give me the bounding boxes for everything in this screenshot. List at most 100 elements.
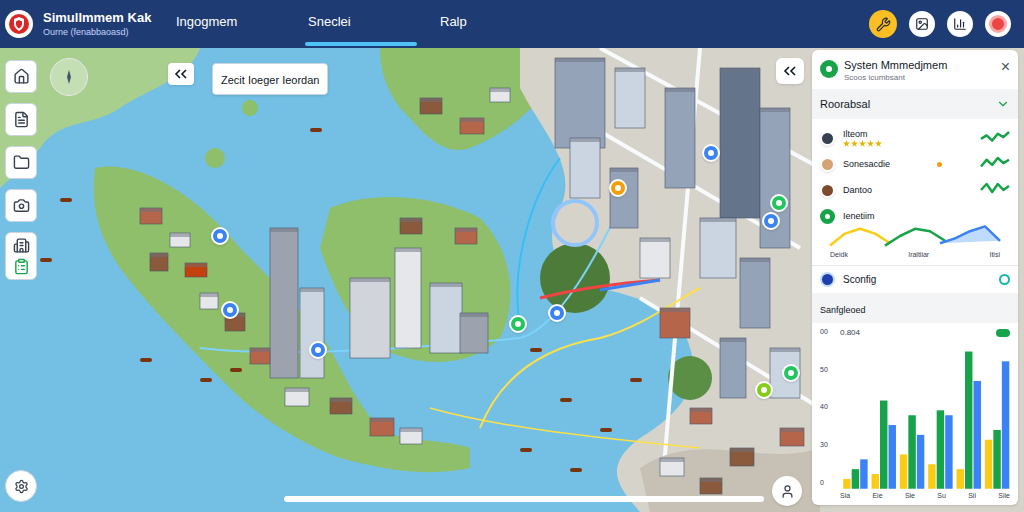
star-icon: [843, 140, 850, 147]
wave-chart: [820, 224, 1010, 250]
gallery-button[interactable]: [909, 11, 935, 37]
tool-button[interactable]: [5, 60, 37, 93]
tool-button[interactable]: [5, 103, 37, 136]
map-back-button[interactable]: [776, 58, 804, 84]
system-icon: [820, 60, 838, 78]
chart-bar[interactable]: [985, 439, 992, 488]
chart-bar[interactable]: [860, 459, 867, 488]
item-list: IlteomSonesacdieDantoo: [812, 119, 1018, 203]
map-pin[interactable]: [770, 194, 788, 212]
gauge-icon: [820, 209, 835, 224]
pin-dot-icon: [768, 218, 774, 224]
left-toolbar: [0, 48, 44, 512]
panel-title: Systen Mmmedjmem: [844, 59, 995, 73]
list-item[interactable]: Ilteom: [820, 125, 1010, 151]
chart-bar[interactable]: [957, 469, 964, 489]
gauge-section: IenetiimDeidkIraltiiarItisi: [812, 203, 1018, 261]
map-pin[interactable]: [702, 144, 720, 162]
map-pin[interactable]: [221, 301, 239, 319]
pin-dot-icon: [315, 347, 321, 353]
app-subtitle: Ourne (fenabbaoasd): [43, 27, 163, 38]
config-icon: [820, 272, 835, 287]
gauge-label: Deidk: [830, 250, 848, 261]
bar-chart: 0050403000.804SiaEieSieSuSiiSiie: [812, 323, 1018, 505]
back-button[interactable]: [168, 63, 194, 85]
tool-button[interactable]: [5, 146, 37, 179]
avatar-icon: [820, 131, 835, 146]
tools-button[interactable]: [869, 10, 897, 38]
list-item[interactable]: Sonesacdie: [820, 151, 1010, 177]
y-axis: 005040300: [820, 327, 836, 489]
chart-bar[interactable]: [843, 479, 850, 489]
close-button[interactable]: ×: [1001, 59, 1010, 75]
x-axis: SiaEieSieSuSiiSiie: [820, 489, 1010, 502]
list-item[interactable]: Dantoo: [820, 177, 1010, 203]
pin-dot-icon: [217, 233, 223, 239]
info-button[interactable]: [5, 470, 37, 502]
chevron-icon: [996, 97, 1010, 111]
chart-bar[interactable]: [945, 415, 952, 489]
brand: Simullmmem KakOurne (fenabbaoasd): [43, 10, 163, 38]
map-pin[interactable]: [211, 227, 229, 245]
search-chip[interactable]: Zecit Ioeger Ieordan: [212, 63, 328, 95]
logo-icon[interactable]: [5, 10, 33, 38]
chart-bar[interactable]: [908, 415, 915, 489]
chart-bar[interactable]: [1002, 361, 1009, 488]
chart-bar[interactable]: [993, 430, 1000, 489]
pin-dot-icon: [554, 310, 560, 316]
tool-button[interactable]: [5, 189, 37, 222]
nav-tab[interactable]: Ralp: [437, 12, 549, 46]
trend-sparkline: [980, 182, 1010, 198]
list-icon[interactable]: [13, 258, 30, 275]
chart-bar[interactable]: [880, 400, 887, 488]
map-pin[interactable]: [762, 212, 780, 230]
avatar-button[interactable]: [985, 11, 1011, 37]
map-pin[interactable]: [548, 304, 566, 322]
pin-dot-icon: [761, 387, 767, 393]
chart-bar[interactable]: [965, 351, 972, 488]
app-title: Simullmmem Kak: [43, 10, 163, 26]
chart-bar[interactable]: [872, 474, 879, 489]
chart-header: Sanfgleoed: [812, 293, 1018, 323]
pin-dot-icon: [708, 150, 714, 156]
map-pin[interactable]: [755, 381, 773, 399]
map-pin[interactable]: [509, 315, 527, 333]
trend-sparkline: [980, 156, 1010, 172]
map-pin[interactable]: [309, 341, 327, 359]
map-pin[interactable]: [609, 179, 627, 197]
star-icon: [859, 140, 866, 147]
chart-bar[interactable]: [974, 381, 981, 489]
map-area: Zecit Ioeger Ieordan Systen MmmedjmemScoo…: [0, 48, 1024, 512]
horizontal-scrollbar[interactable]: [284, 496, 764, 502]
stats-button[interactable]: [947, 11, 973, 37]
chart-bar[interactable]: [937, 410, 944, 488]
chart-bar[interactable]: [889, 425, 896, 489]
app: Simullmmem KakOurne (fenabbaoasd) Ingogme…: [0, 0, 1024, 512]
nav-tab[interactable]: Ingogmem: [173, 12, 285, 46]
pin-dot-icon: [615, 185, 621, 191]
header-actions: [869, 10, 1019, 38]
config-row[interactable]: Sconfig: [812, 265, 1018, 293]
config-toggle[interactable]: [999, 274, 1010, 285]
building-icon[interactable]: [13, 237, 30, 254]
stars: [843, 140, 972, 147]
chart-bar[interactable]: [900, 454, 907, 488]
status-dot: [937, 162, 942, 167]
tool-icon: [13, 197, 30, 214]
compass[interactable]: [50, 58, 88, 96]
chart-bar[interactable]: [852, 469, 859, 489]
tool-group: [5, 232, 37, 280]
chart-bar[interactable]: [917, 435, 924, 489]
trend-sparkline: [980, 130, 1010, 146]
nav-tab[interactable]: Sneclei: [305, 12, 417, 46]
top-bar: Simullmmem KakOurne (fenabbaoasd) Ingogme…: [0, 0, 1024, 48]
section-header[interactable]: Roorabsal: [812, 89, 1018, 120]
image-icon: [915, 17, 929, 31]
gauge-label: Itisi: [989, 250, 1000, 261]
system-panel: Systen MmmedjmemScoos icumbsant×Roorabsa…: [812, 50, 1018, 505]
map-pin[interactable]: [782, 364, 800, 382]
chart-bar[interactable]: [928, 464, 935, 489]
locate-button[interactable]: [772, 476, 802, 506]
pin-dot-icon: [776, 200, 782, 206]
tool-icon: [13, 111, 30, 128]
